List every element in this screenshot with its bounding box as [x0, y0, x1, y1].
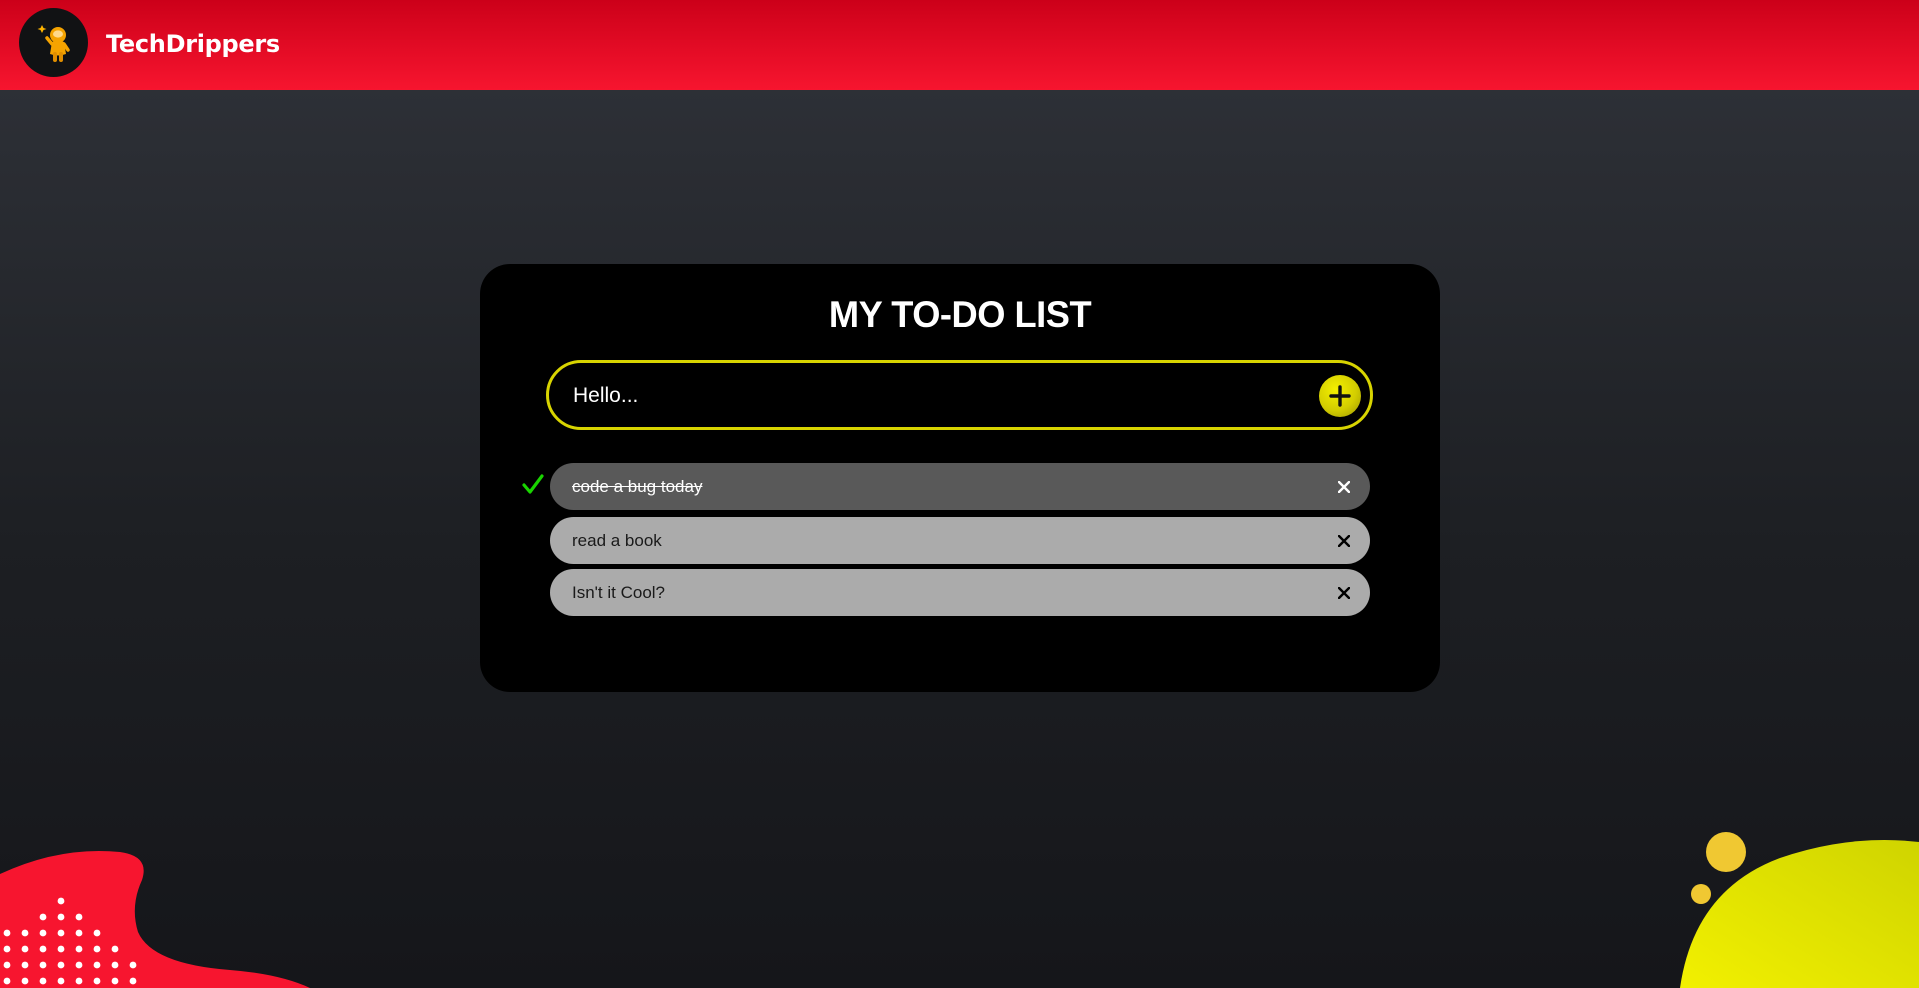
todo-item-text: code a bug today [572, 476, 703, 496]
todo-input[interactable] [571, 371, 1275, 421]
red-blob-decoration [0, 850, 310, 988]
plus-icon [1329, 385, 1351, 407]
todo-card: MY TO-DO LIST code a bug today read a bo… [480, 264, 1440, 692]
top-header: TechDrippers [0, 0, 1919, 90]
todo-title: MY TO-DO LIST [828, 294, 1092, 335]
close-icon[interactable] [1336, 479, 1352, 495]
astronaut-logo-icon[interactable] [19, 8, 88, 77]
todo-input-wrapper [546, 360, 1373, 430]
add-todo-button[interactable] [1319, 375, 1361, 417]
todo-item-text: Isn't it Cool? [572, 582, 666, 602]
yellow-blob-decoration [1680, 832, 1919, 988]
checkmark-icon[interactable] [522, 473, 544, 495]
close-icon[interactable] [1336, 533, 1352, 549]
brand-name: TechDrippers [106, 30, 280, 58]
todo-item[interactable]: Isn't it Cool? [550, 569, 1370, 616]
todo-item[interactable]: read a book [550, 517, 1370, 564]
todo-item[interactable]: code a bug today [550, 463, 1370, 510]
close-icon[interactable] [1336, 585, 1352, 601]
todo-item-text: read a book [572, 530, 662, 550]
